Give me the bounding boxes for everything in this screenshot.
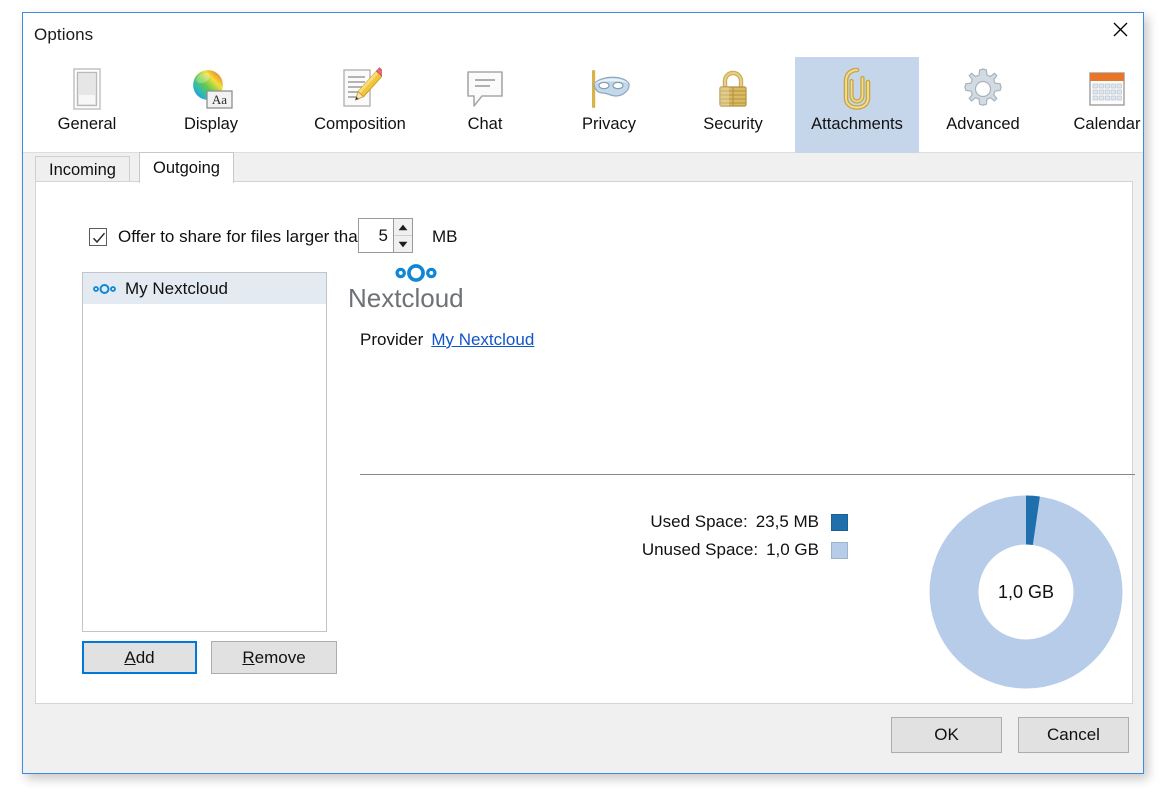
- toolbar-label: General: [58, 115, 117, 134]
- svg-text:Aa: Aa: [212, 92, 227, 107]
- nextcloud-logo-icon: [394, 262, 438, 284]
- provider-list-item[interactable]: My Nextcloud: [83, 273, 326, 304]
- toolbar-label: Security: [703, 115, 763, 134]
- provider-row: Provider My Nextcloud: [360, 330, 534, 350]
- space-usage-donut-chart: 1,0 GB: [928, 494, 1124, 690]
- legend-label-unused: Unused Space:: [642, 540, 758, 560]
- masquerade-mask-icon: [585, 63, 633, 115]
- toolbar-label: Privacy: [582, 115, 636, 134]
- cancel-button[interactable]: Cancel: [1018, 717, 1129, 753]
- tab-label: Outgoing: [153, 159, 220, 178]
- nextcloud-branding: Nextcloud: [348, 262, 508, 316]
- legend-label-used: Used Space:: [650, 512, 747, 532]
- toolbar-label: Attachments: [811, 115, 903, 134]
- speech-bubble-icon: [462, 63, 508, 115]
- provider-list-actions: Add Remove: [82, 641, 337, 674]
- legend-swatch-used: [831, 514, 848, 531]
- toolbar-label: Calendar: [1074, 115, 1141, 134]
- add-button-accel: A: [124, 648, 135, 667]
- size-unit-label: MB: [432, 227, 458, 247]
- tab-incoming[interactable]: Incoming: [35, 156, 130, 183]
- window-preview-icon: [66, 63, 108, 115]
- provider-list-item-label: My Nextcloud: [125, 279, 228, 299]
- toolbar-item-attachments[interactable]: Attachments: [795, 57, 919, 153]
- toolbar-item-general[interactable]: General: [37, 57, 137, 153]
- nextcloud-wordmark-text: Nextcloud: [348, 283, 464, 313]
- outgoing-panel: Offer to share for files larger than 5: [35, 181, 1133, 704]
- toolbar-label: Chat: [468, 115, 503, 134]
- provider-link[interactable]: My Nextcloud: [431, 330, 534, 350]
- add-button[interactable]: Add: [82, 641, 197, 674]
- nextcloud-wordmark: Nextcloud: [348, 282, 496, 316]
- stepper-down-button[interactable]: [394, 236, 412, 252]
- file-size-threshold-stepper[interactable]: 5: [358, 218, 413, 253]
- document-pencil-icon: [338, 63, 382, 115]
- gear-icon: [959, 63, 1007, 115]
- offer-share-row: Offer to share for files larger than: [89, 227, 367, 247]
- legend-row-used: Used Space: 23,5 MB: [618, 508, 848, 536]
- space-legend: Used Space: 23,5 MB Unused Space: 1,0 GB: [618, 508, 848, 564]
- toolbar-item-chat[interactable]: Chat: [435, 57, 535, 153]
- screen: Options General: [0, 0, 1170, 796]
- donut-center-label: 1,0 GB: [980, 546, 1072, 638]
- toolbar-item-composition[interactable]: Composition: [285, 57, 435, 153]
- remove-button-accel: R: [242, 648, 254, 667]
- toolbar-label: Advanced: [946, 115, 1019, 134]
- chevron-down-icon: [398, 241, 408, 248]
- padlock-icon: [711, 63, 755, 115]
- toolbar-label: Display: [184, 115, 238, 134]
- stepper-buttons: [393, 219, 412, 252]
- offer-share-checkbox[interactable]: [89, 228, 107, 246]
- tab-outgoing[interactable]: Outgoing: [139, 152, 234, 183]
- options-dialog-window: Options General: [22, 12, 1144, 774]
- close-icon: [1113, 22, 1128, 37]
- paperclip-icon: [837, 63, 877, 115]
- offer-share-label: Offer to share for files larger than: [118, 227, 367, 247]
- provider-detail: Nextcloud Provider My Nextcloud Used Spa…: [348, 262, 1122, 693]
- toolbar-item-security[interactable]: Security: [683, 57, 783, 153]
- toolbar-item-privacy[interactable]: Privacy: [559, 57, 659, 153]
- close-button[interactable]: [1097, 13, 1143, 45]
- provider-label: Provider: [360, 330, 423, 350]
- ok-button[interactable]: OK: [891, 717, 1002, 753]
- footer-buttons: OK Cancel: [891, 717, 1129, 753]
- remove-button-rest: emove: [255, 648, 306, 667]
- legend-value-unused: 1,0 GB: [766, 540, 819, 560]
- section-divider: [360, 474, 1135, 475]
- checkmark-icon: [92, 231, 106, 245]
- provider-list[interactable]: My Nextcloud: [82, 272, 327, 632]
- chevron-up-icon: [398, 224, 408, 231]
- dialog-footer: OK Cancel: [23, 703, 1143, 773]
- title-bar: Options: [23, 13, 1143, 57]
- toolbar-item-advanced[interactable]: Advanced: [933, 57, 1033, 153]
- color-wheel-font-icon: Aa: [188, 63, 234, 115]
- remove-button[interactable]: Remove: [211, 641, 337, 674]
- legend-value-used: 23,5 MB: [756, 512, 819, 532]
- stepper-up-button[interactable]: [394, 219, 412, 236]
- attachments-tabstrip: Incoming Outgoing: [35, 153, 1133, 183]
- calendar-icon: [1084, 63, 1130, 115]
- window-title: Options: [34, 25, 93, 45]
- category-toolbar: General: [23, 57, 1143, 153]
- add-button-rest: dd: [136, 648, 155, 667]
- toolbar-item-calendar[interactable]: Calendar: [1057, 57, 1157, 153]
- legend-row-unused: Unused Space: 1,0 GB: [618, 536, 848, 564]
- legend-swatch-unused: [831, 542, 848, 559]
- nextcloud-icon: [93, 283, 116, 295]
- toolbar-label: Composition: [314, 115, 406, 134]
- tab-label: Incoming: [49, 161, 116, 180]
- file-size-threshold-value[interactable]: 5: [359, 219, 393, 252]
- toolbar-item-display[interactable]: Aa Display: [161, 57, 261, 153]
